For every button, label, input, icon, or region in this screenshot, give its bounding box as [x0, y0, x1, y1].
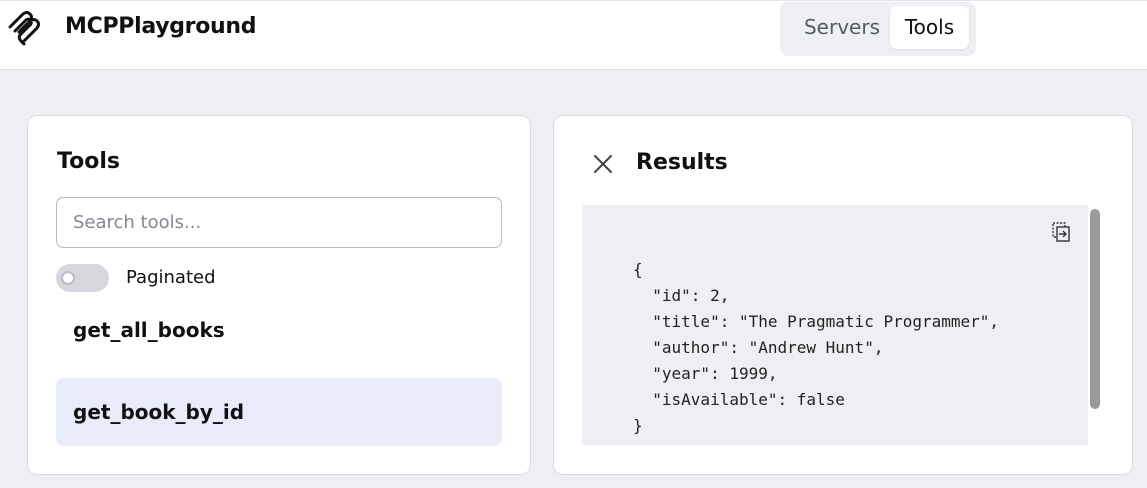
- results-scrollbar-thumb[interactable]: [1090, 209, 1100, 409]
- tab-tools[interactable]: Tools: [890, 6, 969, 49]
- tools-panel: Tools Paginated get_all_books get_book_b…: [27, 115, 531, 475]
- tool-item-get-book-by-id[interactable]: get_book_by_id: [56, 378, 502, 446]
- code-line: "year": 1999,: [633, 364, 778, 383]
- brand-title[interactable]: MCPPlayground: [65, 14, 257, 39]
- code-line: {: [633, 260, 643, 279]
- results-panel: Results { "id": 2, "title": "The Pragmat…: [553, 115, 1133, 475]
- results-json: { "id": 2, "title": "The Pragmatic Progr…: [633, 257, 999, 439]
- main-nav: Servers Tools: [780, 2, 976, 56]
- toggle-knob: [61, 271, 75, 285]
- code-line: "id": 2,: [633, 286, 730, 305]
- tools-panel-title: Tools: [57, 149, 120, 174]
- close-icon[interactable]: [592, 153, 614, 175]
- copy-icon[interactable]: [1050, 221, 1072, 243]
- code-line: "author": "Andrew Hunt",: [633, 338, 884, 357]
- tool-item-get-all-books[interactable]: get_all_books: [56, 296, 502, 364]
- search-input[interactable]: [56, 197, 502, 248]
- code-line: "title": "The Pragmatic Programmer",: [633, 312, 1000, 331]
- tab-servers[interactable]: Servers: [790, 6, 894, 49]
- results-title: Results: [636, 150, 728, 175]
- logo-icon[interactable]: [6, 10, 44, 48]
- top-bar: MCPPlayground Servers Tools: [0, 0, 1147, 70]
- code-line: "isAvailable": false: [633, 390, 845, 409]
- results-code-block: { "id": 2, "title": "The Pragmatic Progr…: [582, 205, 1088, 445]
- code-line: }: [633, 416, 643, 435]
- paginated-label: Paginated: [126, 267, 216, 288]
- paginated-toggle[interactable]: [56, 264, 109, 292]
